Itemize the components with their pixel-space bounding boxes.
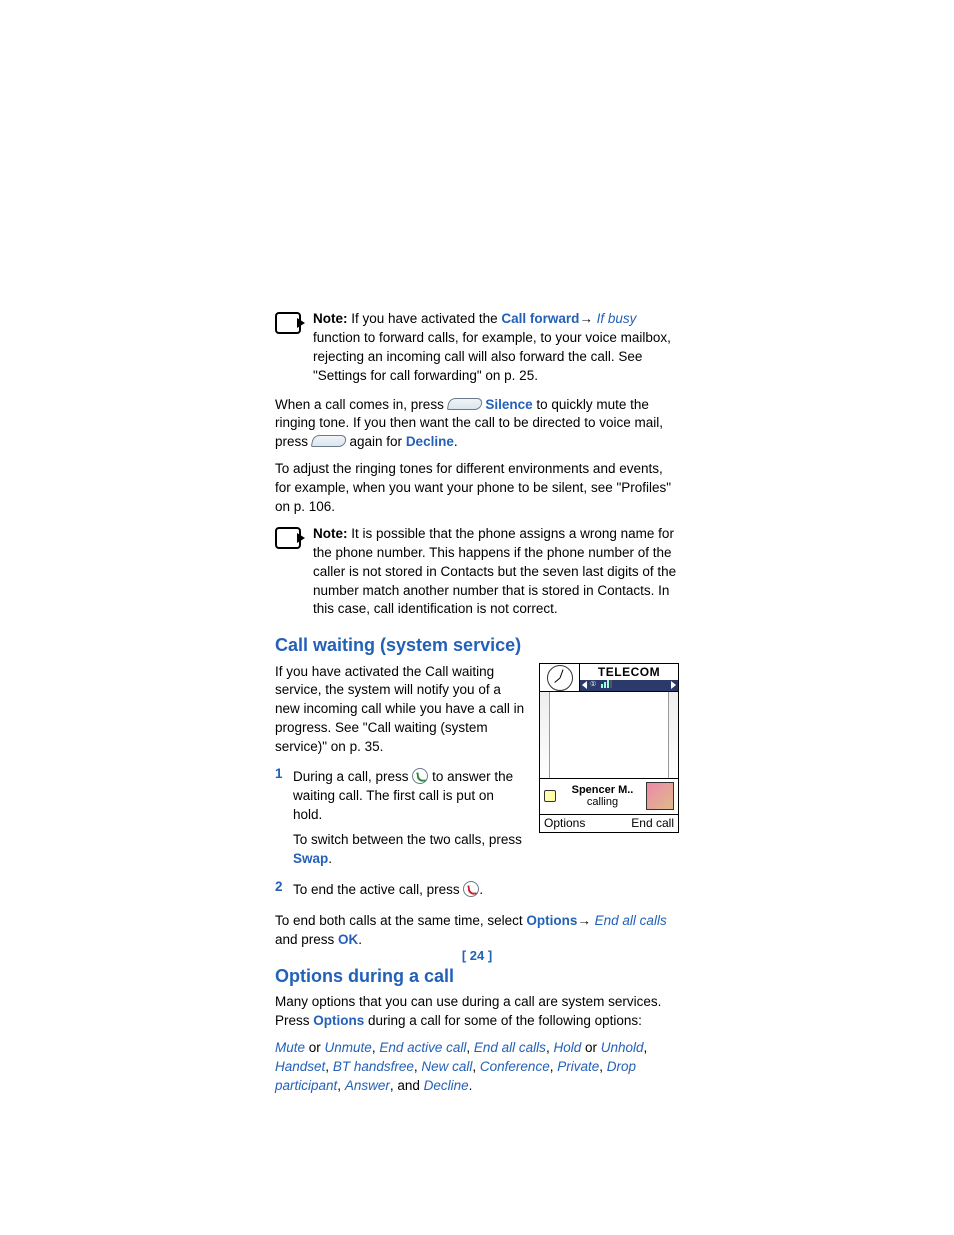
paragraph-silence: When a call comes in, press Silence to q… (275, 396, 679, 453)
end-key-icon (463, 881, 479, 897)
softkey-right[interactable]: End call (631, 815, 674, 832)
note-block-1: Note: If you have activated the Call for… (275, 310, 679, 386)
caller-thumbnail (646, 782, 674, 810)
option-hold[interactable]: Hold (553, 1040, 581, 1055)
option-new-call[interactable]: New call (421, 1059, 472, 1074)
softkey-left[interactable]: Options (544, 815, 585, 832)
options-list: Mute or Unmute, End active call, End all… (275, 1039, 679, 1096)
option-conference[interactable]: Conference (480, 1059, 550, 1074)
end-all-calls-link[interactable]: End all calls (595, 913, 667, 928)
softkey-icon (446, 398, 483, 410)
signal-icon (601, 680, 613, 691)
page-number: [ 24 ] (0, 947, 954, 965)
option-handset[interactable]: Handset (275, 1059, 325, 1074)
operator-title: TELECOM (580, 664, 678, 680)
option-end-active[interactable]: End active call (379, 1040, 466, 1055)
note-text-1: Note: If you have activated the Call for… (313, 310, 679, 386)
option-end-all[interactable]: End all calls (474, 1040, 546, 1055)
note-block-2: Note: It is possible that the phone assi… (275, 525, 679, 619)
ok-link[interactable]: OK (338, 932, 358, 947)
caller-row: Spencer M.. calling (540, 778, 678, 814)
note-text-2: Note: It is possible that the phone assi… (313, 525, 679, 619)
answer-key-icon (412, 768, 428, 784)
phone-screenshot: TELECOM ① Spencer M.. calling (539, 663, 679, 833)
option-answer[interactable]: Answer (345, 1078, 390, 1093)
note-label: Note: (313, 526, 348, 541)
step-2: 2 To end the active call, press . (275, 878, 679, 906)
call-waiting-section: TELECOM ① Spencer M.. calling (275, 663, 679, 913)
call-forward-link[interactable]: Call forward (501, 311, 579, 326)
swap-link[interactable]: Swap (293, 851, 328, 866)
options-link[interactable]: Options (313, 1013, 364, 1028)
options-link[interactable]: Options (526, 913, 577, 928)
right-arrow-icon (671, 681, 676, 689)
step-1: 1 During a call, press to answer the wai… (275, 765, 525, 874)
signal-bar (540, 692, 550, 778)
silence-link[interactable]: Silence (485, 397, 532, 412)
softkey-icon (310, 435, 347, 447)
option-unhold[interactable]: Unhold (601, 1040, 644, 1055)
options-intro: Many options that you can use during a c… (275, 993, 679, 1031)
note-label: Note: (313, 311, 348, 326)
end-both-calls: To end both calls at the same time, sele… (275, 912, 679, 950)
option-unmute[interactable]: Unmute (325, 1040, 372, 1055)
note-icon (275, 527, 301, 549)
left-arrow-icon (582, 681, 587, 689)
call-status-icon (544, 790, 556, 802)
heading-call-waiting: Call waiting (system service) (275, 633, 679, 658)
clock-icon (540, 664, 580, 691)
option-mute[interactable]: Mute (275, 1040, 305, 1055)
option-private[interactable]: Private (557, 1059, 599, 1074)
decline-link[interactable]: Decline (406, 434, 454, 449)
page-content: Note: If you have activated the Call for… (275, 310, 679, 1096)
caller-status: calling (559, 796, 646, 808)
if-busy-link[interactable]: If busy (597, 311, 637, 326)
status-bar: ① (580, 680, 678, 691)
battery-bar (668, 692, 678, 778)
heading-options-during-call: Options during a call (275, 964, 679, 989)
caller-name: Spencer M.. (559, 784, 646, 796)
note-icon (275, 312, 301, 334)
paragraph-profiles: To adjust the ringing tones for differen… (275, 460, 679, 517)
option-bt-handsfree[interactable]: BT handsfree (333, 1059, 414, 1074)
option-decline[interactable]: Decline (424, 1078, 469, 1093)
